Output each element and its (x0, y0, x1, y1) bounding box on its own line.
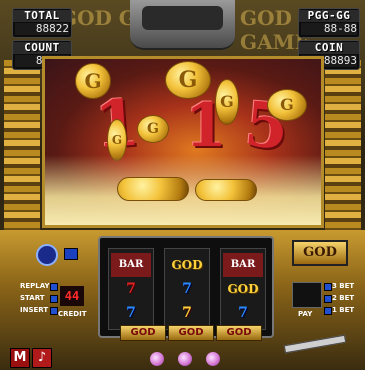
reel-center-symbol-middle: 7 (182, 281, 192, 297)
pinwheel-icon (36, 244, 58, 266)
bet2-label: 2 BET (332, 294, 355, 302)
bet3-label: 3 BET (332, 282, 355, 290)
reel-left-symbol-top: BAR (111, 253, 151, 277)
stop-button-center[interactable]: GOD (168, 325, 214, 341)
pay-label: PAY (298, 310, 313, 318)
sound-button[interactable]: ♪ (32, 348, 52, 368)
reel-center-symbol-top: GOD (171, 258, 203, 272)
replay-lamp (50, 283, 58, 291)
credit-display: 44 (60, 286, 84, 306)
right-pillar (325, 60, 361, 240)
replay-label: REPLAY (20, 282, 50, 290)
left-pillar (4, 60, 40, 240)
slot-machine: GOD GAME GOD GAME TOTAL 88822 COUNT 8888… (0, 0, 365, 370)
stop-button-left[interactable]: GOD (120, 325, 166, 341)
start-label: START (20, 294, 45, 302)
total-value: 88822 (15, 23, 69, 35)
reel-right-symbol-middle: GOD (227, 282, 259, 296)
top-bezel (130, 0, 235, 50)
reel-right-symbol-top: BAR (223, 253, 263, 277)
count-label: COUNT (13, 42, 71, 54)
blue-lamp-icon (64, 248, 78, 260)
bottom-lamp-right (206, 352, 220, 366)
bottom-lamp-center (178, 352, 192, 366)
gold-coin-2: G (165, 61, 211, 99)
reel-left: BAR 7 7 (108, 248, 154, 330)
total-counter: TOTAL 88822 (12, 8, 72, 38)
reel-right-symbol-bottom: 7 (238, 305, 248, 321)
reel-right: BAR GOD 7 (220, 248, 266, 330)
reel-left-symbol-middle: 7 (126, 281, 136, 297)
coin-pile-left (117, 177, 189, 201)
reel-left-symbol-bottom: 7 (126, 305, 136, 321)
reel-center: GOD 7 7 (164, 248, 210, 330)
pgg-counter: PGG-GG 88-88 (298, 8, 360, 38)
start-lamp (50, 295, 58, 303)
bet3-lamp (324, 283, 332, 291)
god-plate: GOD (292, 240, 348, 266)
gold-coin-3: G (215, 79, 239, 125)
bet1-lamp (324, 307, 332, 315)
coin-label: COIN (299, 42, 359, 54)
menu-button[interactable]: M (10, 348, 30, 368)
reel-window: BAR 7 7 GOD 7 7 BAR GOD 7 (98, 236, 274, 338)
gold-coin-5: G (137, 115, 169, 143)
gold-coin-4: G (267, 89, 307, 121)
reel-center-symbol-bottom: 7 (182, 305, 192, 321)
bottom-lamp-left (150, 352, 164, 366)
insert-lamp (50, 307, 58, 315)
stop-button-right[interactable]: GOD (216, 325, 262, 341)
bet1-label: 1 BET (332, 306, 355, 314)
coin-pile-right (195, 179, 257, 201)
insert-label: INSERT (20, 306, 49, 314)
pgg-label: PGG-GG (299, 10, 359, 22)
animation-screen: 1 1 5 G G G G G G (42, 56, 324, 228)
total-label: TOTAL (13, 10, 71, 22)
pgg-value: 88-88 (301, 23, 357, 35)
bet2-lamp (324, 295, 332, 303)
pay-display (292, 282, 322, 308)
gold-coin-1: G (75, 63, 111, 99)
credit-label: CREDIT (58, 310, 87, 318)
top-speaker-slot (142, 6, 223, 30)
